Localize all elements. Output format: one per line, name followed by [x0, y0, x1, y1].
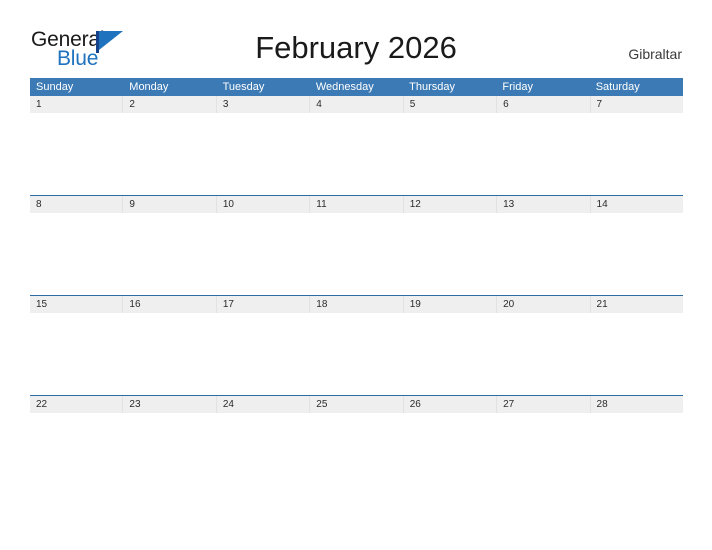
day-cell-body[interactable]	[403, 113, 496, 195]
day-cell-number[interactable]: 23	[122, 396, 215, 413]
week-date-band: 1 2 3 4 5 6 7	[30, 96, 683, 113]
day-cell-number[interactable]: 18	[309, 296, 402, 313]
day-cell-number[interactable]: 14	[589, 196, 683, 213]
day-cell-body[interactable]	[30, 113, 123, 195]
week-row: 22 23 24 25 26 27 28	[30, 395, 683, 495]
weekday-header-sunday: Sunday	[36, 81, 74, 93]
weekday-header-tuesday: Tuesday	[222, 81, 265, 93]
weekday-header-row: Sunday Monday Tuesday Wednesday Thursday…	[30, 78, 683, 96]
day-cell-number[interactable]: 7	[589, 96, 683, 113]
day-cell-body[interactable]	[310, 413, 403, 495]
day-cell-body[interactable]	[590, 113, 683, 195]
day-cell-number[interactable]: 9	[122, 196, 215, 213]
day-cell-body[interactable]	[590, 213, 683, 295]
weekday-header-friday: Friday	[502, 81, 533, 93]
weekday-header-saturday: Saturday	[595, 81, 640, 93]
day-cell-number[interactable]: 1	[30, 96, 122, 113]
day-cell-body[interactable]	[403, 413, 496, 495]
day-cell-body[interactable]	[310, 213, 403, 295]
week-body	[30, 413, 683, 495]
day-cell-body[interactable]	[30, 213, 123, 295]
day-cell-number[interactable]: 19	[402, 296, 496, 313]
day-cell-body[interactable]	[123, 413, 216, 495]
week-date-band: 8 9 10 11 12 13 14	[30, 196, 683, 213]
day-cell-number[interactable]: 13	[496, 196, 589, 213]
day-cell-body[interactable]	[123, 113, 216, 195]
week-row: 15 16 17 18 19 20 21	[30, 295, 683, 395]
week-body	[30, 313, 683, 395]
day-cell-number[interactable]: 10	[215, 196, 309, 213]
day-cell-body[interactable]	[403, 313, 496, 395]
day-cell-body[interactable]	[590, 413, 683, 495]
day-cell-number[interactable]: 17	[215, 296, 309, 313]
week-row: 8 9 10 11 12 13 14	[30, 195, 683, 295]
location-label: Gibraltar	[628, 46, 682, 62]
week-body	[30, 213, 683, 295]
day-cell-number[interactable]: 25	[309, 396, 402, 413]
day-cell-body[interactable]	[403, 213, 496, 295]
day-cell-body[interactable]	[30, 413, 123, 495]
day-cell-body[interactable]	[496, 313, 589, 395]
calendar-grid: Sunday Monday Tuesday Wednesday Thursday…	[30, 78, 683, 495]
weekday-header-wednesday: Wednesday	[315, 81, 374, 93]
weekday-header-thursday: Thursday	[409, 81, 455, 93]
day-cell-number[interactable]: 15	[30, 296, 122, 313]
day-cell-number[interactable]: 22	[30, 396, 122, 413]
page-title: February 2026	[255, 30, 457, 65]
day-cell-number[interactable]: 5	[402, 96, 496, 113]
day-cell-body[interactable]	[30, 313, 123, 395]
day-cell-body[interactable]	[496, 413, 589, 495]
day-cell-body[interactable]	[217, 313, 310, 395]
weekday-header-monday: Monday	[129, 81, 169, 93]
day-cell-body[interactable]	[217, 213, 310, 295]
day-cell-body[interactable]	[217, 113, 310, 195]
day-cell-body[interactable]	[217, 413, 310, 495]
week-body	[30, 113, 683, 195]
week-date-band: 15 16 17 18 19 20 21	[30, 296, 683, 313]
day-cell-number[interactable]: 6	[496, 96, 589, 113]
day-cell-body[interactable]	[590, 313, 683, 395]
day-cell-number[interactable]: 26	[402, 396, 496, 413]
day-cell-number[interactable]: 16	[122, 296, 215, 313]
day-cell-number[interactable]: 20	[496, 296, 589, 313]
day-cell-body[interactable]	[310, 313, 403, 395]
day-cell-body[interactable]	[123, 313, 216, 395]
day-cell-body[interactable]	[496, 113, 589, 195]
calendar-page: General Blue February 2026 Gibraltar Sun…	[0, 0, 712, 550]
day-cell-number[interactable]: 4	[309, 96, 402, 113]
day-cell-number[interactable]: 11	[309, 196, 402, 213]
day-cell-number[interactable]: 12	[402, 196, 496, 213]
week-date-band: 22 23 24 25 26 27 28	[30, 396, 683, 413]
day-cell-body[interactable]	[123, 213, 216, 295]
day-cell-number[interactable]: 24	[215, 396, 309, 413]
day-cell-number[interactable]: 3	[215, 96, 309, 113]
page-header: General Blue February 2026 Gibraltar	[0, 0, 712, 76]
day-cell-number[interactable]: 2	[122, 96, 215, 113]
day-cell-body[interactable]	[496, 213, 589, 295]
day-cell-number[interactable]: 21	[589, 296, 683, 313]
day-cell-body[interactable]	[310, 113, 403, 195]
day-cell-number[interactable]: 28	[589, 396, 683, 413]
day-cell-number[interactable]: 8	[30, 196, 122, 213]
week-row: 1 2 3 4 5 6 7	[30, 96, 683, 195]
day-cell-number[interactable]: 27	[496, 396, 589, 413]
